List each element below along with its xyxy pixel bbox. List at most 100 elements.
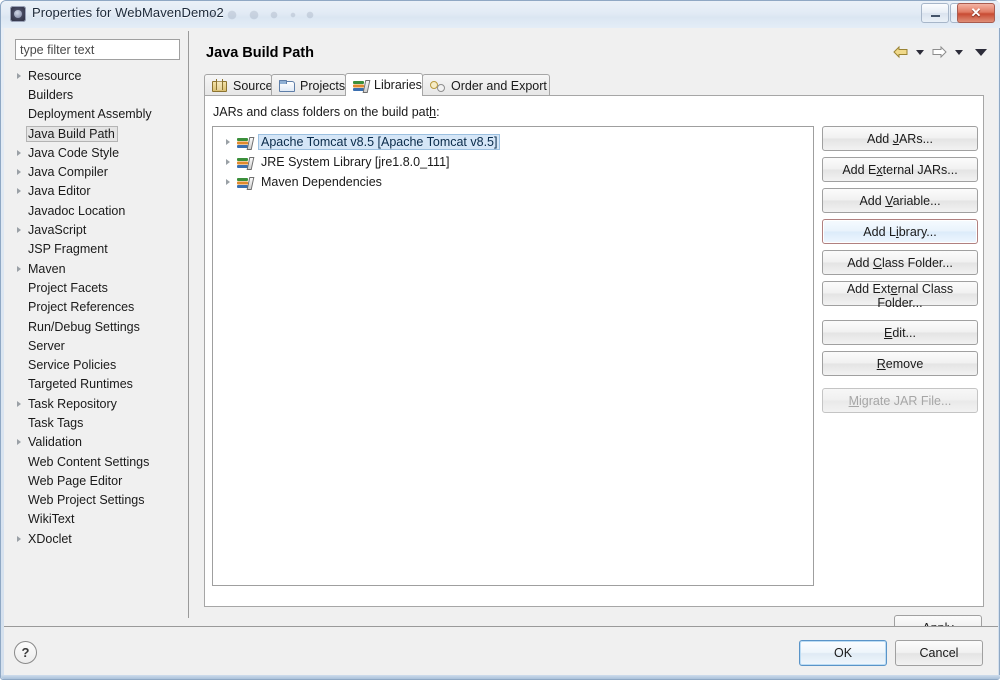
tab-order-and-export[interactable]: Order and Export bbox=[422, 74, 550, 96]
libraries-tab-panel: JARs and class folders on the build path… bbox=[204, 95, 984, 607]
window-bottom-edge bbox=[1, 675, 1000, 679]
source-package-icon bbox=[211, 78, 228, 93]
expand-arrow-icon[interactable] bbox=[220, 139, 236, 145]
expand-arrow-icon[interactable] bbox=[11, 401, 26, 407]
jars-description-label: JARs and class folders on the build path… bbox=[213, 105, 440, 119]
expand-arrow-icon[interactable] bbox=[11, 150, 26, 156]
sidebar-item-javadoc-location[interactable]: Javadoc Location bbox=[11, 201, 187, 220]
sidebar-item-project-facets[interactable]: Project Facets bbox=[11, 278, 187, 297]
sidebar-item-validation[interactable]: Validation bbox=[11, 433, 187, 452]
button-label: Edit... bbox=[884, 325, 916, 340]
tab-label: Source bbox=[233, 78, 273, 93]
library-books-icon bbox=[236, 175, 253, 190]
sidebar-item-java-code-style[interactable]: Java Code Style bbox=[11, 143, 187, 162]
button-add-variable[interactable]: Add Variable... bbox=[822, 188, 978, 213]
library-action-buttons: Add JARs... Add External JARs... Add Varia… bbox=[822, 126, 978, 419]
button-remove[interactable]: Remove bbox=[822, 351, 978, 376]
button-label: Add Class Folder... bbox=[847, 255, 953, 270]
folder-icon bbox=[278, 78, 295, 93]
expand-arrow-icon[interactable] bbox=[11, 169, 26, 175]
view-menu-chevron-down-icon[interactable] bbox=[975, 48, 987, 56]
sidebar-item-label: Deployment Assembly bbox=[28, 107, 152, 122]
sidebar-item-task-tags[interactable]: Task Tags bbox=[11, 413, 187, 432]
build-path-entry-row[interactable]: Maven Dependencies bbox=[213, 172, 813, 192]
sidebar-item-server[interactable]: Server bbox=[11, 336, 187, 355]
minimize-icon bbox=[922, 4, 948, 22]
sidebar-item-label: Web Content Settings bbox=[28, 454, 150, 469]
sidebar-item-wikitext[interactable]: WikiText bbox=[11, 510, 187, 529]
tab-label: Order and Export bbox=[451, 78, 547, 93]
sidebar-item-service-policies[interactable]: Service Policies bbox=[11, 355, 187, 374]
eclipse-icon bbox=[10, 6, 26, 22]
tab-source[interactable]: Source bbox=[204, 74, 273, 96]
button-add-library[interactable]: Add Library... bbox=[822, 219, 978, 244]
dialog-body: Resource Builders Deployment Assembly Java … bbox=[4, 28, 998, 678]
expand-arrow-icon[interactable] bbox=[11, 227, 26, 233]
build-path-entry-label: Apache Tomcat v8.5 [Apache Tomcat v8.5] bbox=[258, 134, 501, 150]
close-icon: ✕ bbox=[970, 5, 982, 20]
sidebar-item-project-references[interactable]: Project References bbox=[11, 298, 187, 317]
button-add-jars[interactable]: Add JARs... bbox=[822, 126, 978, 151]
sidebar-item-web-page-editor[interactable]: Web Page Editor bbox=[11, 471, 187, 490]
sidebar-item-web-content-settings[interactable]: Web Content Settings bbox=[11, 452, 187, 471]
expand-arrow-icon[interactable] bbox=[11, 188, 26, 194]
button-edit[interactable]: Edit... bbox=[822, 320, 978, 345]
minimize-button[interactable] bbox=[921, 3, 949, 23]
jars-description-text: JARs and class folders on the build path… bbox=[213, 105, 440, 119]
expand-arrow-icon[interactable] bbox=[11, 439, 26, 445]
button-label: Add JARs... bbox=[866, 131, 933, 146]
ok-button[interactable]: OK bbox=[799, 640, 887, 666]
sidebar-item-label: JavaScript bbox=[28, 223, 87, 238]
sidebar-item-label: Java Build Path bbox=[26, 125, 118, 142]
close-button[interactable]: ✕ bbox=[957, 3, 995, 23]
sidebar-item-targeted-runtimes[interactable]: Targeted Runtimes bbox=[11, 375, 187, 394]
sidebar-item-resource[interactable]: Resource bbox=[11, 66, 187, 85]
forward-arrow-icon[interactable] bbox=[931, 45, 948, 59]
sidebar-item-javascript[interactable]: JavaScript bbox=[11, 220, 187, 239]
sidebar-item-java-editor[interactable]: Java Editor bbox=[11, 182, 187, 201]
library-books-icon bbox=[352, 78, 369, 93]
sidebar-item-builders[interactable]: Builders bbox=[11, 85, 187, 104]
tab-libraries[interactable]: Libraries bbox=[345, 73, 423, 96]
sidebar-item-web-project-settings[interactable]: Web Project Settings bbox=[11, 491, 187, 510]
build-path-entry-row[interactable]: JRE System Library [jre1.8.0_111] bbox=[213, 152, 813, 172]
sidebar-item-xdoclet[interactable]: XDoclet bbox=[11, 529, 187, 548]
filter-input[interactable] bbox=[15, 39, 180, 60]
expand-arrow-icon[interactable] bbox=[220, 159, 236, 165]
sidebar-item-task-repository[interactable]: Task Repository bbox=[11, 394, 187, 413]
back-history-chevron-down-icon[interactable] bbox=[916, 49, 924, 55]
title-bar-reflection bbox=[206, 10, 321, 20]
sidebar-item-label: Service Policies bbox=[28, 358, 117, 373]
button-add-external-jars[interactable]: Add External JARs... bbox=[822, 157, 978, 182]
sidebar-item-label: Targeted Runtimes bbox=[28, 377, 133, 392]
build-path-entries-tree[interactable]: Apache Tomcat v8.5 [Apache Tomcat v8.5] J… bbox=[212, 126, 814, 586]
expand-arrow-icon[interactable] bbox=[11, 266, 26, 272]
settings-tree[interactable]: Resource Builders Deployment Assembly Java … bbox=[11, 66, 187, 614]
page-title: Java Build Path bbox=[206, 45, 314, 61]
tab-label: Libraries bbox=[374, 78, 422, 92]
button-label: Add External Class Folder... bbox=[846, 282, 954, 310]
expand-arrow-icon[interactable] bbox=[220, 179, 236, 185]
button-add-class-folder[interactable]: Add Class Folder... bbox=[822, 250, 978, 275]
window-title: Properties for WebMavenDemo2 bbox=[32, 5, 224, 20]
expand-arrow-icon[interactable] bbox=[11, 536, 26, 542]
button-add-external-class-folder[interactable]: Add External Class Folder... bbox=[822, 281, 978, 310]
sidebar-item-jsp-fragment[interactable]: JSP Fragment bbox=[11, 240, 187, 259]
column-divider bbox=[188, 31, 189, 618]
build-path-entry-row[interactable]: Apache Tomcat v8.5 [Apache Tomcat v8.5] bbox=[213, 132, 813, 152]
forward-history-chevron-down-icon[interactable] bbox=[955, 49, 963, 55]
button-label: Add Variable... bbox=[859, 193, 941, 208]
tab-projects[interactable]: Projects bbox=[271, 74, 346, 96]
sidebar-item-deployment-assembly[interactable]: Deployment Assembly bbox=[11, 105, 187, 124]
sidebar-item-label: Project Facets bbox=[28, 280, 108, 295]
sidebar-item-run-debug-settings[interactable]: Run/Debug Settings bbox=[11, 317, 187, 336]
back-arrow-icon[interactable] bbox=[892, 45, 909, 59]
cancel-button[interactable]: Cancel bbox=[895, 640, 983, 666]
sidebar-item-java-build-path[interactable]: Java Build Path bbox=[11, 124, 187, 143]
help-icon[interactable]: ? bbox=[14, 641, 37, 664]
expand-arrow-icon[interactable] bbox=[11, 73, 26, 79]
button-migrate-jar-file: Migrate JAR File... bbox=[822, 388, 978, 413]
sidebar-item-maven[interactable]: Maven bbox=[11, 259, 187, 278]
sidebar-item-java-compiler[interactable]: Java Compiler bbox=[11, 162, 187, 181]
tab-label: Projects bbox=[300, 78, 346, 93]
